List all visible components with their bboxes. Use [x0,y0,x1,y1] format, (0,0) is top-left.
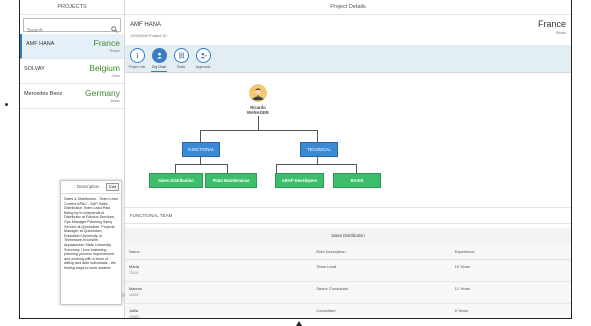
description-text: Sales & Distribution - Team Lead Current… [64,197,118,270]
unit-node-plant-maintenance[interactable]: Plant Maintenance [205,173,257,188]
search-field[interactable] [23,18,121,36]
project-detail: Project Details AMF HANA 10034956 Projec… [125,0,571,318]
cell-experience: 12 Years [450,281,571,304]
member-name: Jullia [129,308,139,313]
object-country: France [537,19,566,29]
edit-button[interactable]: Edit [106,183,119,191]
project-country: Belgium [89,63,120,73]
object-header: AMF HANA 10034956 Project ID France Rhad… [125,15,571,45]
connector-line [276,164,356,165]
org-chart: Ricardo MANAGER FUNCTIONAL TEAM TECHNICA… [125,73,571,207]
table-row[interactable]: Maria 10001 Team Lead 10 Years [125,259,571,282]
tab-org-chart[interactable]: Org Chart [149,48,169,72]
connector-line [175,164,227,165]
cell-experience: 10 Years [450,259,571,282]
member-name: Marcos [129,286,143,291]
unit-node-sales-distribution[interactable]: Sales Distribution [149,173,203,188]
project-country: France [93,38,120,48]
project-item[interactable]: AMF HANA France Rhade [20,34,124,59]
table-row[interactable]: Jullia 10003 Consultant 8 Years [125,303,571,319]
cell-role: Consultant [312,303,451,318]
tab-approvals[interactable]: Approvals [193,48,213,69]
manager-avatar-icon [249,84,267,102]
column-header-experience[interactable]: Experience [450,243,571,260]
object-region: Rhade [555,31,566,35]
popover-header: Description Edit [61,181,121,194]
cell-role: Team Lead [312,259,451,282]
project-name: Mercedes Benz [24,91,63,97]
tab-label: Approvals [195,65,211,69]
connector-line [356,164,357,173]
member-id: 10003 [129,315,139,319]
cell-role: Senior Consultant [312,281,451,304]
tab-label: Org Chart [151,65,167,69]
cell-experience: 8 Years [450,303,571,318]
tab-tasks[interactable]: Tasks [171,48,191,69]
manager-role: MANAGER [247,110,269,115]
app-frame: PROJECTS AMF HANA France Rhade SOLVAY Be… [19,0,572,319]
unit-node-abap-developers[interactable]: ABAP Developers [275,173,324,188]
tab-label: Project Info [128,65,146,69]
description-popover: Description Edit Sales & Distribution - … [60,180,126,305]
sales-distribution-heading: Sales Distribution [125,228,571,243]
connector-line [317,156,318,164]
cell-name: Marcos 10002 [125,281,313,304]
object-title: AMF HANA [130,22,162,28]
column-header-name[interactable]: Name [125,243,313,260]
member-name: Maria [129,264,140,269]
pointer-caret [296,321,302,326]
project-item[interactable]: SOLVAY Belgium Osee [20,59,124,84]
project-name: SOLVAY [24,66,45,72]
project-country: Germany [85,88,120,98]
team-node-technical[interactable]: TECHNICAL TEAM [300,142,338,165]
connector-line [175,164,176,173]
cell-name: Jullia 10003 [125,303,313,319]
project-region: Munic [110,99,120,103]
avatar [249,84,267,102]
project-name: AMF HANA [26,41,55,47]
member-id: 10001 [129,271,139,275]
active-tab-indicator [151,71,167,72]
tab-label: Tasks [176,65,186,69]
list-icon [173,48,189,63]
detail-title: Project Details [125,0,571,15]
functional-team-heading: FUNCTIONAL TEAM [125,207,571,224]
manager-label: Ricardo MANAGER [235,105,281,115]
master-title: PROJECTS [20,0,124,15]
info-icon [129,48,145,63]
cell-name: Maria 10001 [125,259,313,282]
connector-line [258,116,259,130]
person-check-icon [195,48,211,63]
connector-line [276,164,277,173]
unit-node-basis[interactable]: BASIS [333,173,381,188]
project-region: Osee [111,74,120,78]
connector-line [317,130,318,142]
member-id: 10002 [129,293,139,297]
table-row[interactable]: Marcos 10002 Senior Consultant 12 Years [125,281,571,304]
connector-line [227,164,228,173]
column-header-role[interactable]: Role Description [312,243,451,260]
table-header-row: Name Role Description Experience [125,243,571,260]
popover-arrow [121,291,126,299]
team-node-functional[interactable]: FUNCTIONAL TEAM [182,142,220,165]
connector-line [200,156,201,164]
stray-dot [5,103,8,106]
project-item[interactable]: Mercedes Benz Germany Munic [20,84,124,109]
connector-line [200,130,201,142]
person-icon [151,48,167,63]
popover-title: Description [77,184,100,189]
object-subtitle: 10034956 Project ID [130,33,167,38]
team-members-table: Name Role Description Experience Maria 1… [125,243,571,319]
tab-project-info[interactable]: Project Info [127,48,147,69]
icon-tab-bar: Project Info Org Chart Tasks Approvals [125,45,571,73]
connector-line [200,130,317,131]
project-region: Rhade [109,49,120,53]
